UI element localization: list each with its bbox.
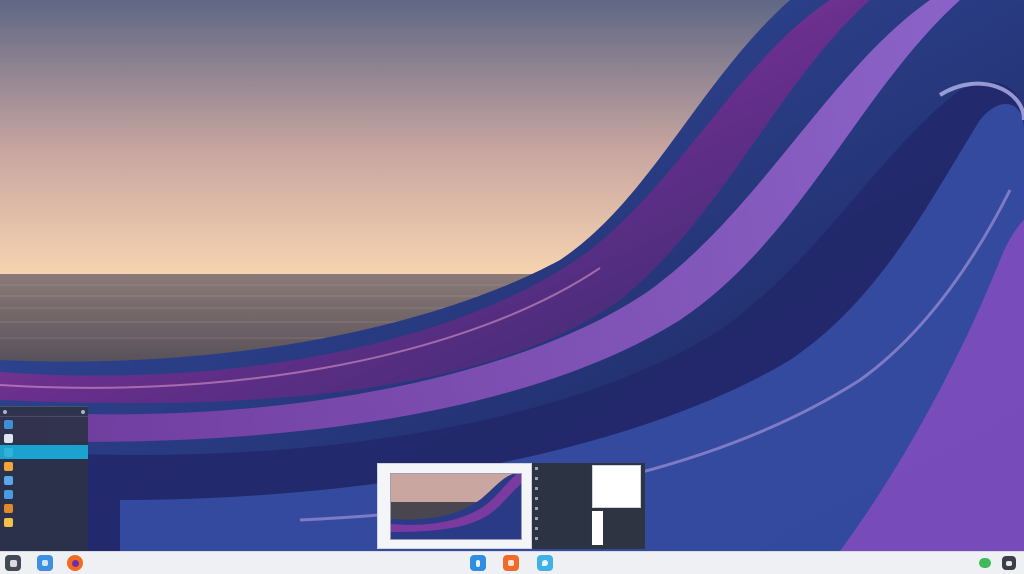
files-icon <box>42 560 48 566</box>
store-icon <box>476 559 480 567</box>
card-list-item[interactable] <box>606 513 642 521</box>
network-status-button[interactable] <box>979 558 991 568</box>
app-icon <box>4 461 13 471</box>
panel-row[interactable] <box>532 463 590 473</box>
card-list <box>606 513 642 545</box>
location-pin-icon <box>542 560 548 566</box>
app-launcher-panel <box>0 406 88 552</box>
firefox-button[interactable] <box>67 555 83 571</box>
tray-icon <box>1006 560 1012 566</box>
window-preview-popup <box>377 463 645 549</box>
card-list-item[interactable] <box>606 521 642 529</box>
bullet-icon <box>535 506 538 510</box>
launcher-item[interactable] <box>0 473 88 487</box>
close-icon[interactable] <box>81 409 85 414</box>
card-sidebar <box>592 511 603 545</box>
bullet-icon <box>535 496 538 500</box>
card-list-item[interactable] <box>606 537 642 545</box>
network-icon <box>981 559 990 568</box>
app-icon <box>4 433 13 443</box>
launcher-item[interactable] <box>0 501 88 515</box>
app-icon <box>4 475 13 485</box>
app-icon <box>508 560 514 566</box>
app-icon <box>4 447 13 457</box>
panel-row[interactable] <box>532 513 590 523</box>
app-icon <box>4 419 13 429</box>
app-icon <box>4 489 13 499</box>
bullet-icon <box>535 526 538 530</box>
card-row <box>595 492 638 498</box>
panel-row[interactable] <box>532 473 590 483</box>
card-document[interactable] <box>592 465 641 508</box>
panel-row[interactable] <box>532 533 590 543</box>
launcher-item[interactable] <box>0 487 88 501</box>
panel-row[interactable] <box>532 493 590 503</box>
launcher-item-selected[interactable] <box>0 445 88 459</box>
app-icon <box>4 503 13 513</box>
system-tray-button[interactable] <box>1002 556 1016 570</box>
preview-card <box>590 463 645 549</box>
panel-row[interactable] <box>532 523 590 533</box>
launcher-item[interactable] <box>0 515 88 529</box>
panel-row[interactable] <box>532 503 590 513</box>
bullet-icon <box>535 536 538 540</box>
window-thumbnail[interactable] <box>377 463 532 549</box>
launcher-header <box>0 407 88 417</box>
thumbnail-image <box>390 473 522 540</box>
bullet-icon <box>535 516 538 520</box>
menu-icon <box>9 559 17 567</box>
files-button[interactable] <box>37 555 53 571</box>
taskbar <box>0 551 1024 574</box>
software-store-button[interactable] <box>470 555 486 571</box>
launcher-item[interactable] <box>0 459 88 473</box>
app-icon <box>4 517 13 527</box>
preview-side-panel <box>532 463 590 549</box>
firefox-icon <box>71 559 79 567</box>
app-button-orange[interactable] <box>503 555 519 571</box>
launcher-item[interactable] <box>0 431 88 445</box>
card-list-item[interactable] <box>606 529 642 537</box>
start-menu-button[interactable] <box>5 555 21 571</box>
maps-button[interactable] <box>537 555 553 571</box>
bullet-icon <box>535 466 538 470</box>
bullet-icon <box>535 486 538 490</box>
launcher-item[interactable] <box>0 417 88 431</box>
panel-row[interactable] <box>532 483 590 493</box>
app-icon <box>3 409 7 414</box>
bullet-icon <box>535 476 538 480</box>
